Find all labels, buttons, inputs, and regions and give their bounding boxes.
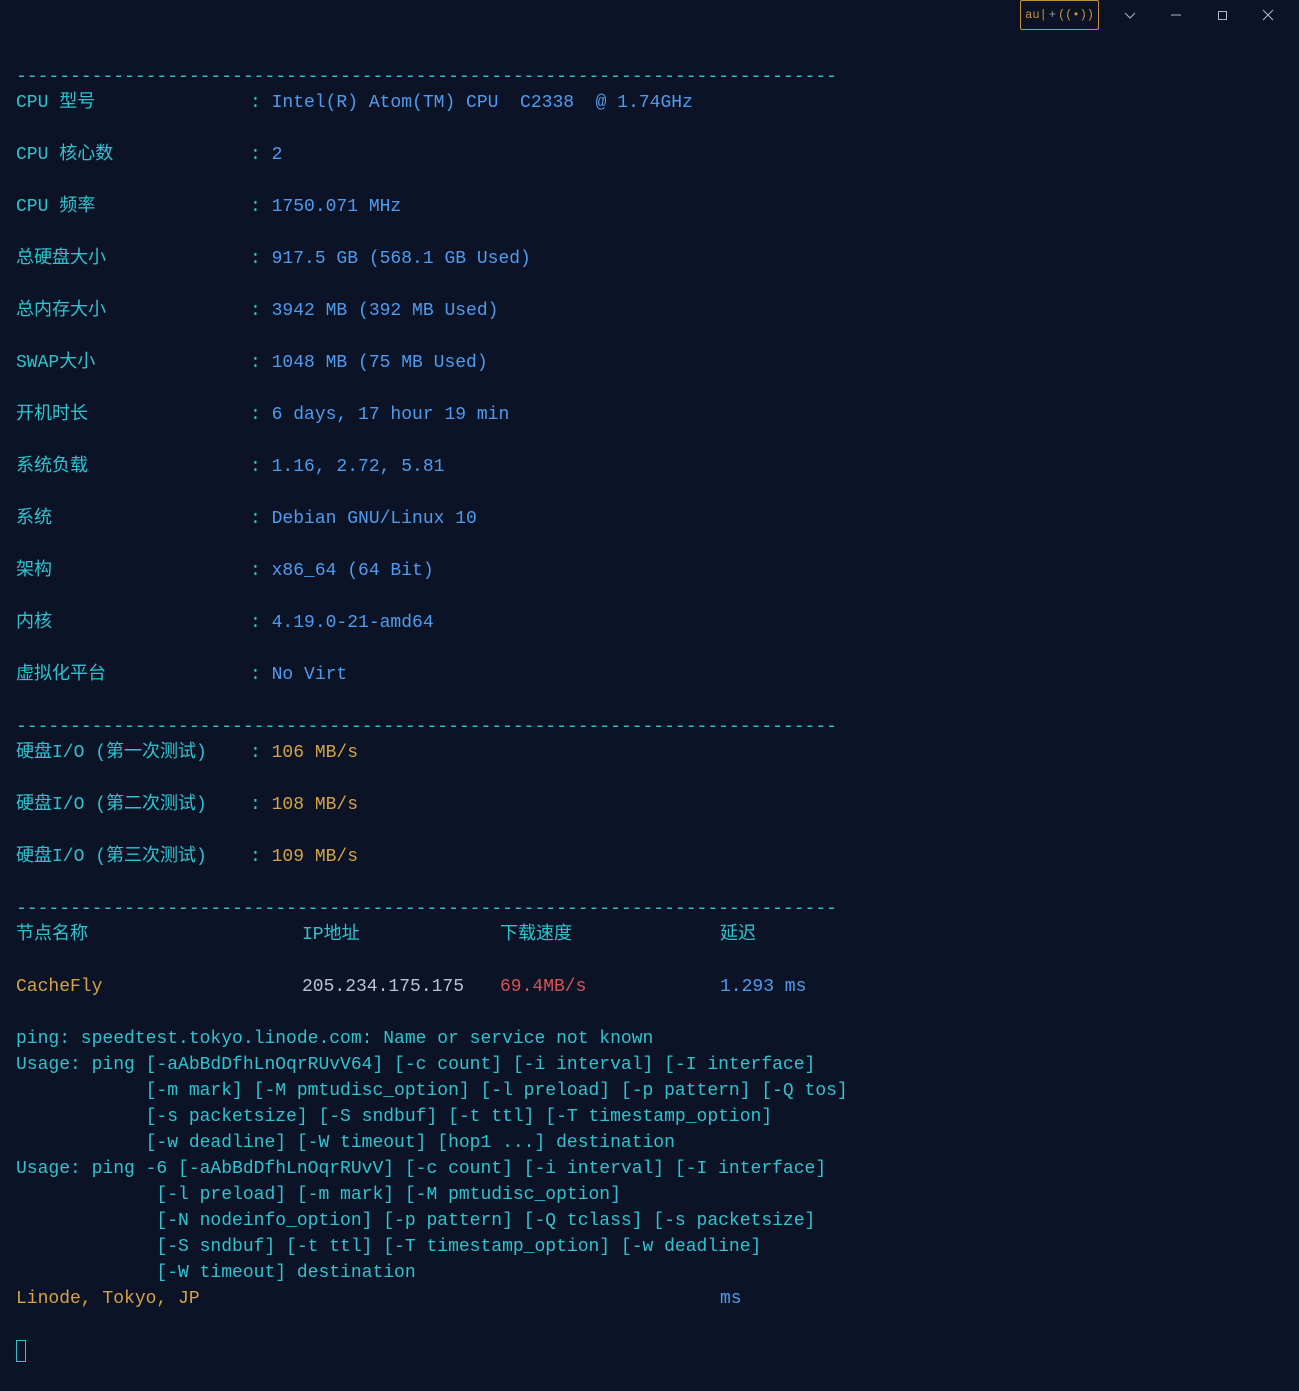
sysinfo-row: CPU 频率: 1750.071 MHz (16, 194, 1283, 220)
sysinfo-value: No Virt (272, 665, 348, 685)
usage-line: Usage: ping -6 [-aAbBdDfhLnOqrRUvV] [-c … (16, 1159, 826, 1179)
divider: ----------------------------------------… (16, 899, 837, 919)
sysinfo-value: 1.16, 2.72, 5.81 (272, 457, 445, 477)
terminal-output[interactable]: ----------------------------------------… (0, 30, 1299, 1391)
node-speed: 69.4MB/s (500, 974, 720, 1000)
hdr-ip: IP地址 (302, 922, 500, 948)
sysinfo-label: 系统负载 (16, 454, 250, 480)
sysinfo-row: 架构: x86_64 (64 Bit) (16, 558, 1283, 584)
usage-line: [-l preload] [-m mark] [-M pmtudisc_opti… (16, 1185, 621, 1205)
cursor-icon (16, 1340, 26, 1362)
sysinfo-value: 1750.071 MHz (272, 197, 402, 217)
sysinfo-label: CPU 频率 (16, 194, 250, 220)
sysinfo-value: 1048 MB (75 MB Used) (272, 353, 488, 373)
usage-line: [-m mark] [-M pmtudisc_option] [-l prelo… (16, 1081, 848, 1101)
terminal-window: au| + ((•)) ----------------------------… (0, 0, 1299, 871)
sysinfo-row: SWAP大小: 1048 MB (75 MB Used) (16, 350, 1283, 376)
io-row: 硬盘I/O (第二次测试): 108 MB/s (16, 792, 1283, 818)
sysinfo-value: 6 days, 17 hour 19 min (272, 405, 510, 425)
sysinfo-label: CPU 型号 (16, 90, 250, 116)
sysinfo-value: 4.19.0-21-amd64 (272, 613, 434, 633)
latency: ms (720, 1286, 742, 1312)
sysinfo-label: 总内存大小 (16, 298, 250, 324)
minimize-icon (1170, 9, 1182, 21)
node-lat: 1.293 ms (720, 974, 806, 1000)
maximize-icon (1217, 10, 1228, 21)
sysinfo-row: 总内存大小: 3942 MB (392 MB Used) (16, 298, 1283, 324)
minimize-button[interactable] (1153, 0, 1199, 30)
usage-line: [-w deadline] [-W timeout] [hop1 ...] de… (16, 1133, 675, 1153)
sysinfo-label: 虚拟化平台 (16, 662, 250, 688)
io-value: 106 MB/s (272, 743, 358, 763)
close-button[interactable] (1245, 0, 1291, 30)
sysinfo-value: Intel(R) Atom(TM) CPU C2338 @ 1.74GHz (272, 93, 693, 113)
io-label: 硬盘I/O (第二次测试) (16, 792, 250, 818)
dropdown-button[interactable] (1107, 0, 1153, 30)
sysinfo-row: CPU 核心数: 2 (16, 142, 1283, 168)
sysinfo-row: 内核: 4.19.0-21-amd64 (16, 610, 1283, 636)
sysinfo-label: CPU 核心数 (16, 142, 250, 168)
io-label: 硬盘I/O (第三次测试) (16, 844, 250, 870)
badge-status: ((•)) (1058, 2, 1094, 28)
sysinfo-value: Debian GNU/Linux 10 (272, 509, 477, 529)
sysinfo-label: 开机时长 (16, 402, 250, 428)
sysinfo-row: 总硬盘大小: 917.5 GB (568.1 GB Used) (16, 246, 1283, 272)
sysinfo-label: 架构 (16, 558, 250, 584)
sysinfo-row: 虚拟化平台: No Virt (16, 662, 1283, 688)
sysinfo-value: 917.5 GB (568.1 GB Used) (272, 249, 531, 269)
sysinfo-label: 总硬盘大小 (16, 246, 250, 272)
sysinfo-row: 系统: Debian GNU/Linux 10 (16, 506, 1283, 532)
hdr-lat: 延迟 (720, 922, 756, 948)
usage-line: [-W timeout] destination (16, 1263, 416, 1283)
profile-badge: au| + ((•)) (1020, 0, 1099, 30)
speed-header: 节点名称IP地址下载速度延迟 (16, 922, 1283, 948)
sysinfo-label: SWAP大小 (16, 350, 250, 376)
node-name: Linode, Tokyo, JP (16, 1286, 302, 1312)
badge-text: au| (1025, 2, 1047, 28)
divider: ----------------------------------------… (16, 717, 837, 737)
usage-line: [-s packetsize] [-S sndbuf] [-t ttl] [-T… (16, 1107, 772, 1127)
error-line: ping: speedtest.tokyo.linode.com: Name o… (16, 1029, 653, 1049)
io-label: 硬盘I/O (第一次测试) (16, 740, 250, 766)
usage-line: [-N nodeinfo_option] [-p pattern] [-Q tc… (16, 1211, 815, 1231)
hdr-node: 节点名称 (16, 922, 302, 948)
sysinfo-row: 开机时长: 6 days, 17 hour 19 min (16, 402, 1283, 428)
close-icon (1262, 9, 1274, 21)
titlebar: au| + ((•)) (0, 0, 1299, 30)
maximize-button[interactable] (1199, 0, 1245, 30)
divider: ----------------------------------------… (16, 67, 837, 87)
speed-row: CacheFly205.234.175.17569.4MB/s1.293 ms (16, 974, 1283, 1000)
speed-row-pending: Linode, Tokyo, JP ms (16, 1286, 1283, 1312)
sysinfo-row: CPU 型号: Intel(R) Atom(TM) CPU C2338 @ 1.… (16, 90, 1283, 116)
chevron-down-icon (1123, 8, 1137, 22)
sysinfo-label: 系统 (16, 506, 250, 532)
usage-line: [-S sndbuf] [-t ttl] [-T timestamp_optio… (16, 1237, 761, 1257)
io-row: 硬盘I/O (第一次测试): 106 MB/s (16, 740, 1283, 766)
sysinfo-value: 2 (272, 145, 283, 165)
io-row: 硬盘I/O (第三次测试): 109 MB/s (16, 844, 1283, 870)
hdr-speed: 下载速度 (500, 922, 720, 948)
usage-line: Usage: ping [-aAbBdDfhLnOqrRUvV64] [-c c… (16, 1055, 815, 1075)
node-ip: 205.234.175.175 (302, 974, 500, 1000)
sysinfo-value: x86_64 (64 Bit) (272, 561, 434, 581)
io-value: 109 MB/s (272, 847, 358, 867)
sysinfo-row: 系统负载: 1.16, 2.72, 5.81 (16, 454, 1283, 480)
io-value: 108 MB/s (272, 795, 358, 815)
sysinfo-label: 内核 (16, 610, 250, 636)
sysinfo-value: 3942 MB (392 MB Used) (272, 301, 499, 321)
node-name: CacheFly (16, 974, 302, 1000)
